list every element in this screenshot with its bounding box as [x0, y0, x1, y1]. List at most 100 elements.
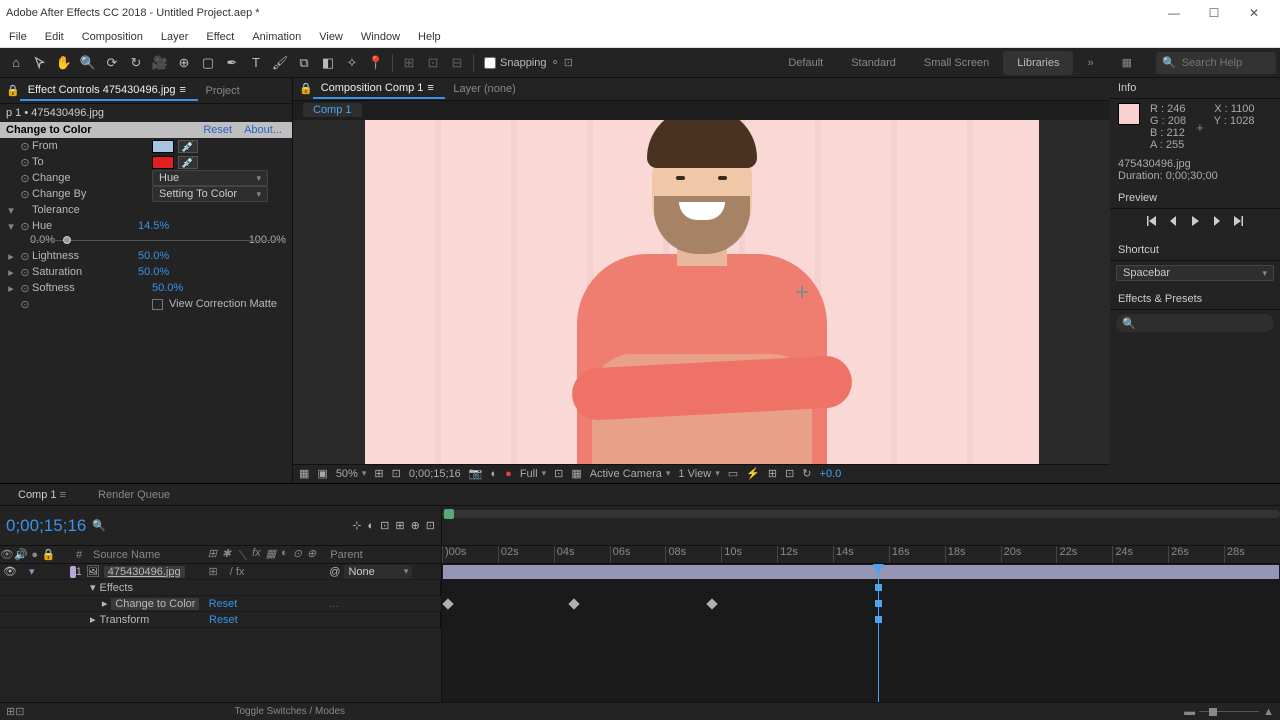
anchor-point-icon[interactable] — [796, 286, 808, 298]
rectangle-tool-icon[interactable]: ▢ — [197, 52, 219, 74]
comp-mini-flowchart-icon[interactable]: ⊹ — [352, 519, 361, 532]
ec-to-swatch[interactable] — [152, 156, 174, 169]
first-frame-icon[interactable] — [1145, 215, 1157, 230]
composition-viewer[interactable] — [293, 120, 1110, 464]
home-icon[interactable]: ⌂ — [5, 52, 27, 74]
last-frame-icon[interactable] — [1233, 215, 1245, 230]
timeline-search-icon[interactable]: 🔍 — [92, 519, 106, 532]
keyframe-icon[interactable] — [442, 598, 453, 609]
mask-icon[interactable]: ▣ — [317, 467, 327, 480]
render-queue-tab[interactable]: Render Queue — [98, 489, 170, 501]
ec-softness-value[interactable]: 50.0% — [152, 282, 183, 294]
ec-reset-link[interactable]: Reset — [195, 124, 240, 136]
shortcut-dropdown[interactable]: Spacebar▾ — [1116, 265, 1274, 281]
workspace-smallscreen[interactable]: Small Screen — [910, 51, 1003, 75]
panel-lock-icon[interactable]: 🔒 — [299, 82, 313, 95]
workspace-libraries[interactable]: Libraries — [1003, 51, 1073, 75]
eyedropper-to-icon[interactable]: 💉 — [178, 156, 198, 169]
next-frame-icon[interactable] — [1211, 215, 1223, 230]
solo-column-icon[interactable]: ● — [28, 549, 42, 561]
effect-reset-link[interactable]: Reset — [209, 598, 238, 610]
graph-editor-icon[interactable]: ⊡ — [426, 519, 435, 532]
zoom-out-icon[interactable]: ▬ — [1184, 706, 1195, 718]
layer-source-name[interactable]: 475430496.jpg — [104, 566, 185, 578]
ec-hue-value[interactable]: 14.5% — [138, 220, 169, 232]
selection-tool-icon[interactable] — [29, 52, 51, 74]
menu-window[interactable]: Window — [352, 26, 409, 48]
ec-lightness-value[interactable]: 50.0% — [138, 250, 169, 262]
transparency-icon[interactable]: ▦ — [571, 467, 581, 480]
maximize-button[interactable]: ☐ — [1194, 3, 1234, 23]
prev-frame-icon[interactable] — [1167, 215, 1179, 230]
snapping-checkbox[interactable] — [484, 57, 496, 69]
layer-tab[interactable]: Layer (none) — [445, 79, 523, 99]
ec-about-link[interactable]: About... — [240, 124, 286, 136]
workspace-overflow-icon[interactable]: » — [1073, 51, 1107, 75]
hand-tool-icon[interactable]: ✋ — [53, 52, 75, 74]
color-icon[interactable]: ● — [505, 468, 512, 480]
ec-vcm-checkbox[interactable] — [152, 299, 163, 310]
pickwhip-icon[interactable]: @ — [329, 566, 340, 578]
eye-toggle[interactable]: 👁 — [3, 565, 17, 578]
twirl-icon[interactable]: ▸ — [4, 266, 18, 279]
twirl-icon[interactable]: ▾ — [4, 204, 18, 217]
menu-effect[interactable]: Effect — [197, 26, 243, 48]
flowchart-icon[interactable]: ⊡ — [785, 467, 794, 480]
keyframe-icon[interactable] — [569, 598, 580, 609]
rotate-tool-icon[interactable]: ↻ — [125, 52, 147, 74]
ec-effect-header[interactable]: Change to Color Reset About... — [0, 122, 292, 138]
fast-preview-icon[interactable]: ⚡ — [746, 467, 760, 480]
time-navigator[interactable] — [442, 506, 1280, 545]
ec-hue-slider[interactable]: 0.0%100.0% — [30, 234, 286, 248]
menu-animation[interactable]: Animation — [243, 26, 310, 48]
effect-controls-tab[interactable]: Effect Controls 475430496.jpg≡ — [20, 81, 198, 101]
menu-layer[interactable]: Layer — [152, 26, 198, 48]
frame-blend-icon[interactable]: ⊞ — [395, 519, 404, 532]
menu-help[interactable]: Help — [409, 26, 450, 48]
zoom-slider[interactable] — [1199, 711, 1259, 712]
layer-effect-name[interactable]: Change to Color — [111, 598, 199, 610]
workspace-reset-icon[interactable]: ▦ — [1108, 51, 1146, 75]
keyframe-icon[interactable] — [707, 598, 718, 609]
transform-reset-link[interactable]: Reset — [209, 614, 238, 626]
layer-bar[interactable] — [443, 565, 1279, 579]
timeline-track-area[interactable] — [442, 564, 1280, 702]
source-column-header[interactable]: Source Name — [89, 549, 208, 561]
minimize-button[interactable]: — — [1154, 3, 1194, 23]
pen-tool-icon[interactable]: ✒ — [221, 52, 243, 74]
toggle-switches-button[interactable]: Toggle Switches / Modes — [234, 706, 345, 717]
current-timecode[interactable]: 0;00;15;16 — [6, 516, 86, 536]
time-ruler[interactable]: )00s02s04s06s08s10s12s14s16s18s20s22s24s… — [442, 546, 1280, 563]
effects-presets-search[interactable]: 🔍 — [1116, 314, 1274, 332]
twirl-icon[interactable]: ▾ — [4, 220, 18, 233]
brush-tool-icon[interactable]: 🖌 — [269, 52, 291, 74]
roto-tool-icon[interactable]: ✧ — [341, 52, 363, 74]
puppet-tool-icon[interactable]: 📍 — [365, 52, 387, 74]
twirl-icon[interactable]: ▸ — [4, 250, 18, 263]
zoom-in-icon[interactable]: ▲ — [1263, 706, 1274, 718]
twirl-icon[interactable]: ▸ — [4, 282, 18, 295]
ec-saturation-value[interactable]: 50.0% — [138, 266, 169, 278]
reset-exposure-icon[interactable]: ↻ — [802, 467, 811, 480]
snapshot-icon[interactable]: 📷 — [469, 467, 483, 480]
ec-change-dropdown[interactable]: Hue▾ — [152, 170, 268, 186]
workspace-standard[interactable]: Standard — [837, 51, 910, 75]
pixel-aspect-icon[interactable]: ▭ — [728, 467, 738, 480]
twirl-icon[interactable]: ▾ — [90, 581, 96, 594]
menu-edit[interactable]: Edit — [36, 26, 73, 48]
fx-switch[interactable]: / fx — [230, 566, 245, 578]
comp-flowchart-tab[interactable]: Comp 1 — [303, 103, 362, 117]
eyedropper-from-icon[interactable]: 💉 — [178, 140, 198, 153]
ec-changeby-dropdown[interactable]: Setting To Color▾ — [152, 186, 268, 202]
eye-column-icon[interactable]: 👁 — [0, 548, 14, 561]
clone-tool-icon[interactable]: ⧉ — [293, 52, 315, 74]
guides-icon[interactable]: ⊡ — [392, 467, 401, 480]
channel-icon[interactable]: ◐ — [491, 468, 498, 480]
search-help[interactable]: 🔍 — [1156, 52, 1276, 74]
play-icon[interactable] — [1189, 215, 1201, 230]
alpha-icon[interactable]: ▦ — [299, 467, 309, 480]
camera-dropdown[interactable]: Active Camera▾ — [590, 468, 671, 480]
shy-switch[interactable]: ⊞ — [209, 565, 218, 578]
type-tool-icon[interactable]: T — [245, 52, 267, 74]
twirl-icon[interactable]: ▸ — [90, 613, 96, 626]
